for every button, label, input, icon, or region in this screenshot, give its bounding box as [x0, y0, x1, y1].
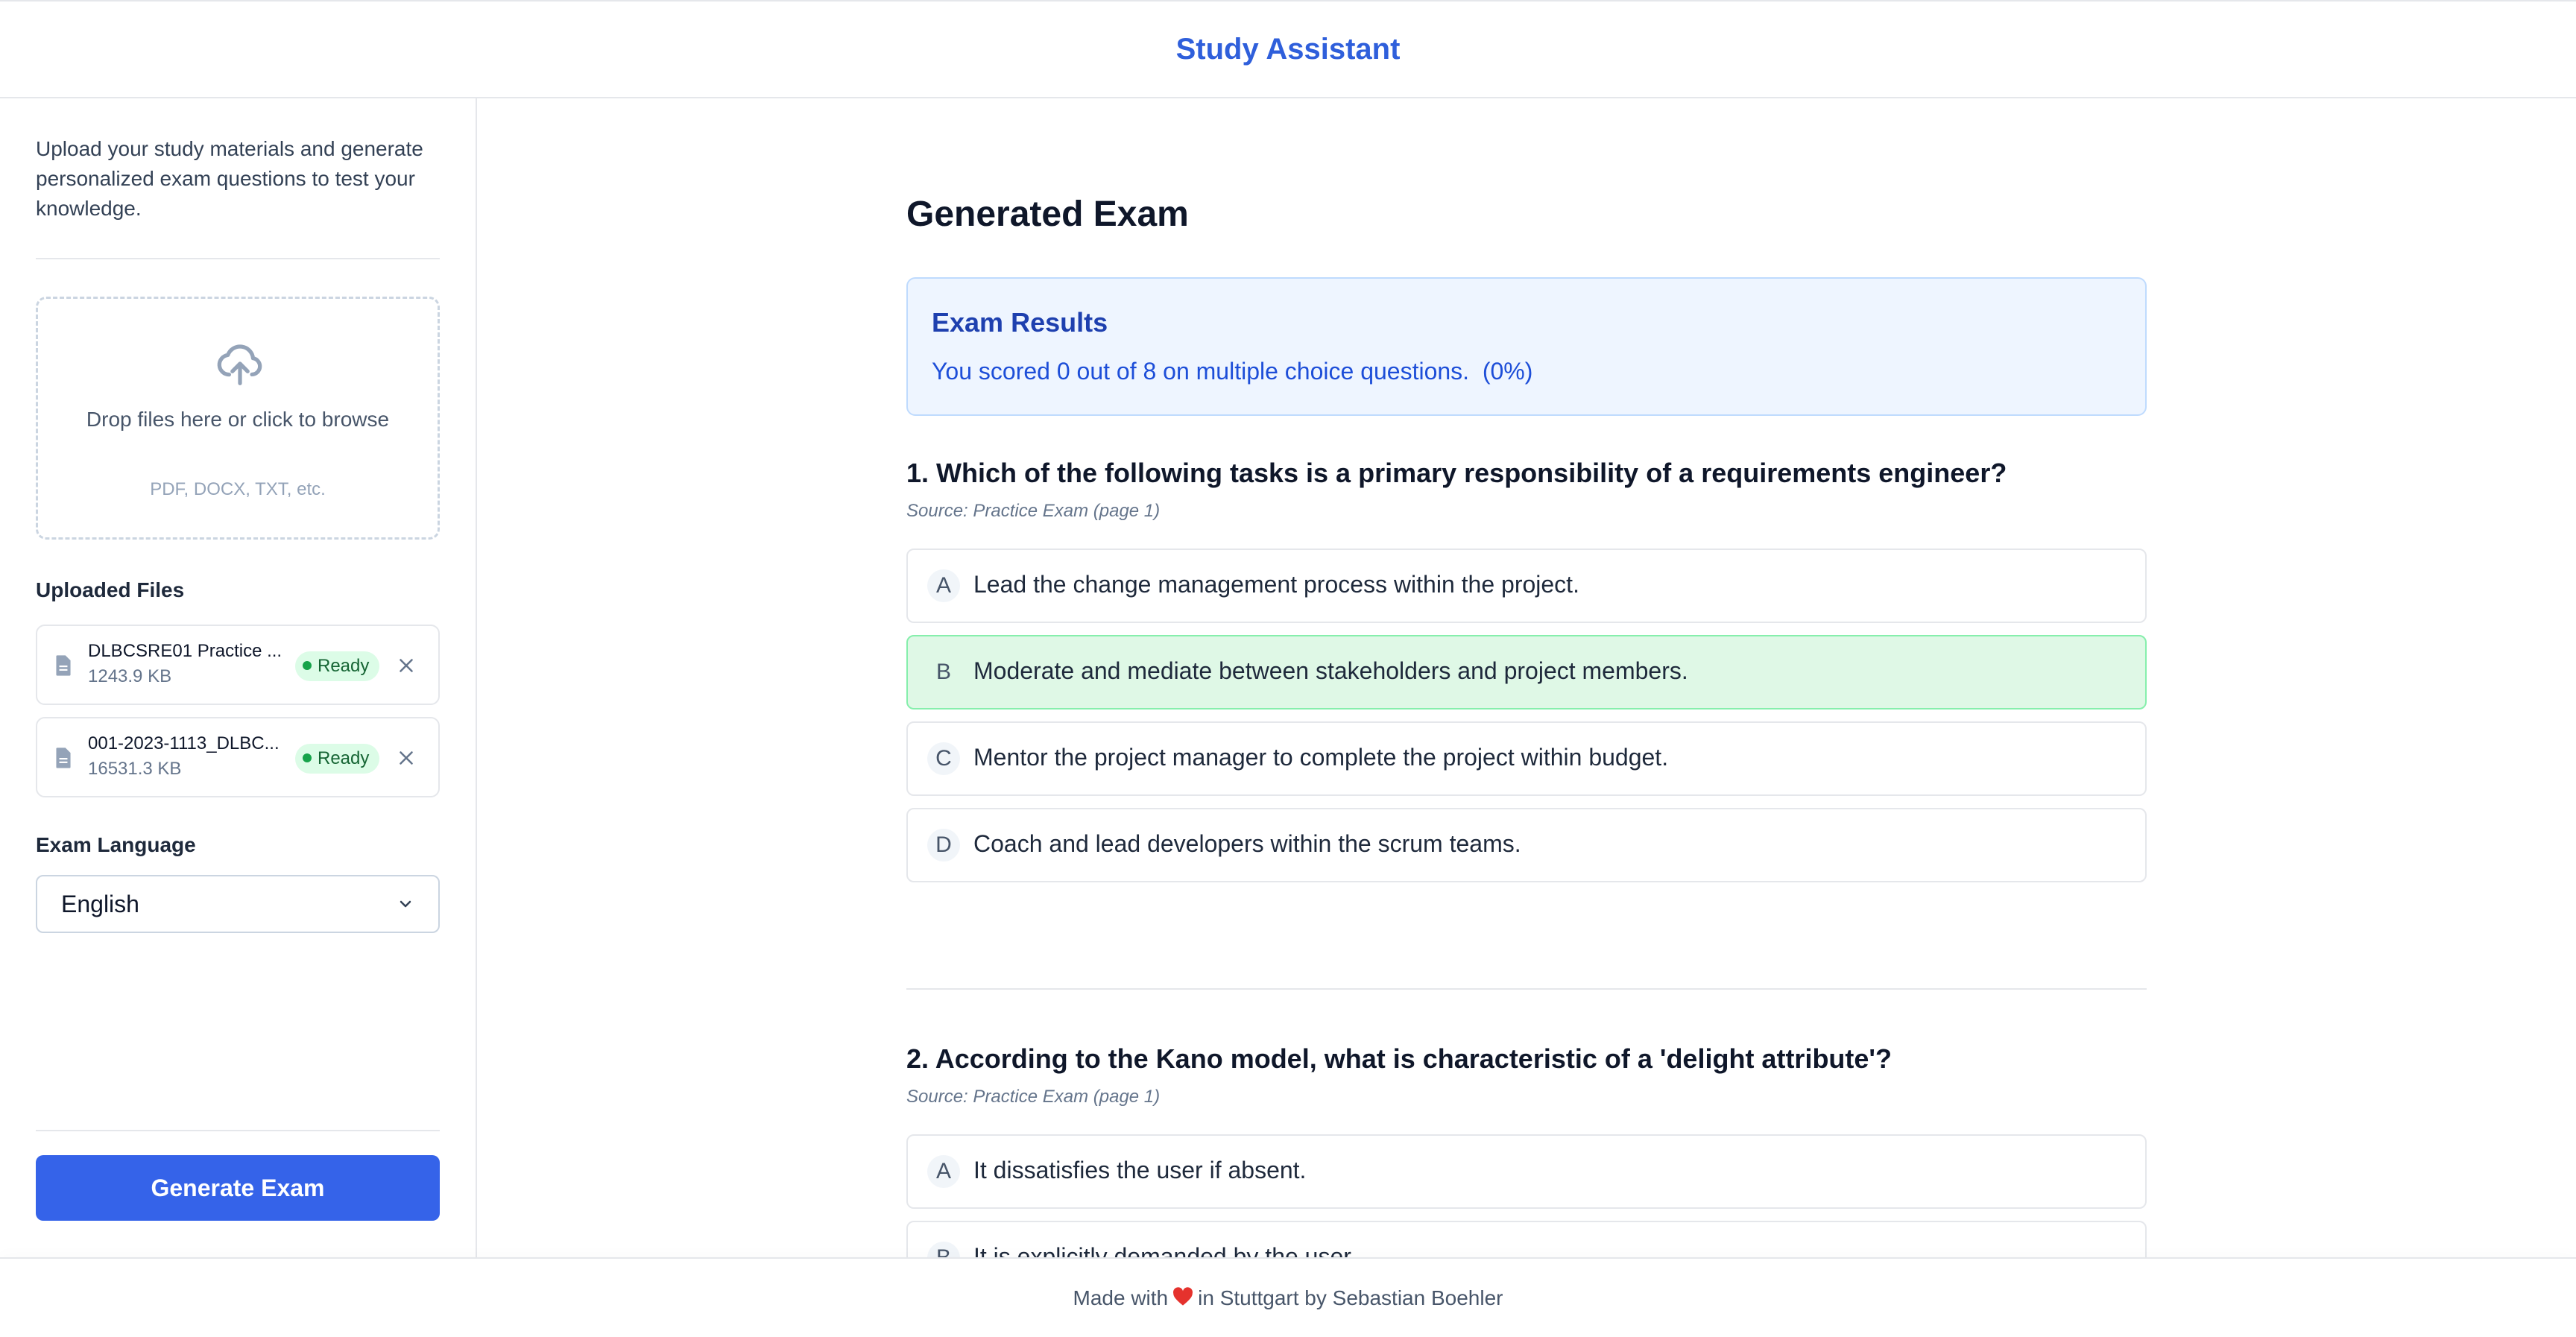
dropzone-text: Drop files here or click to browse	[86, 408, 390, 431]
file-size: 16531.3 KB	[88, 759, 182, 779]
app-header: Study Assistant	[0, 0, 2576, 98]
file-name: DLBCSRE01 Practice ...	[88, 641, 282, 661]
exam-language-select[interactable]: English	[36, 875, 440, 933]
option-letter: C	[927, 742, 960, 775]
chevron-down-icon	[400, 900, 411, 908]
status-badge: Ready	[295, 744, 380, 774]
option-letter: B	[935, 660, 951, 684]
option-text: It is explicitly demanded by the user.	[973, 1243, 1357, 1257]
option-text: Moderate and mediate between stakeholder…	[973, 657, 1688, 684]
option-text: Coach and lead developers within the scr…	[973, 830, 1521, 857]
answer-option[interactable]: A It dissatisfies the user if absent.	[906, 1134, 2147, 1209]
option-letter: B	[927, 1242, 960, 1257]
file-icon	[56, 655, 71, 676]
status-badge: Ready	[295, 651, 380, 681]
close-icon[interactable]	[395, 654, 417, 677]
exam-results-card: Exam Results You scored 0 out of 8 on mu…	[906, 277, 2147, 416]
option-letter: A	[927, 569, 960, 602]
file-icon	[56, 747, 71, 768]
sidebar: Upload your study materials and generate…	[0, 98, 477, 1257]
exam-language-value: English	[61, 890, 139, 917]
status-label: Ready	[318, 656, 370, 676]
question-source: Source: Practice Exam (page 1)	[906, 501, 1161, 521]
status-dot-icon	[303, 753, 312, 762]
main-content[interactable]: Generated Exam Exam Results You scored 0…	[479, 98, 2576, 1257]
uploaded-file-item: 001-2023-1113_DLBC... 16531.3 KB Ready	[36, 717, 440, 797]
app-window: Study Assistant Upload your study materi…	[0, 0, 2576, 1337]
option-text: Mentor the project manager to complete t…	[973, 744, 1669, 771]
status-dot-icon	[303, 660, 312, 670]
generate-exam-button[interactable]: Generate Exam	[36, 1155, 440, 1221]
question-divider	[906, 988, 2147, 990]
footer-prefix: Made with	[1073, 1286, 1169, 1309]
question-text: 2. According to the Kano model, what is …	[906, 1043, 1892, 1074]
footer-text: Made with in Stuttgart by Sebastian Boehl…	[1073, 1286, 1503, 1310]
answer-option[interactable]: B It is explicitly demanded by the user.	[906, 1221, 2147, 1257]
file-size: 1243.9 KB	[88, 666, 172, 686]
exam-language-label: Exam Language	[36, 833, 196, 856]
question-text: 1. Which of the following tasks is a pri…	[906, 458, 2007, 488]
uploaded-file-item: DLBCSRE01 Practice ... 1243.9 KB Ready	[36, 625, 440, 705]
dropzone-hint: PDF, DOCX, TXT, etc.	[150, 479, 326, 499]
option-letter: A	[927, 1155, 960, 1188]
status-label: Ready	[318, 748, 370, 768]
file-dropzone[interactable]: Drop files here or click to browse PDF, …	[36, 297, 440, 540]
uploaded-files-label: Uploaded Files	[36, 578, 185, 601]
app-title: Study Assistant	[1175, 32, 1401, 66]
option-text: It dissatisfies the user if absent.	[973, 1157, 1307, 1183]
answer-option[interactable]: A Lead the change management process wit…	[906, 549, 2147, 623]
cloud-upload-icon	[217, 344, 262, 385]
footer-suffix: in Stuttgart by Sebastian Boehler	[1198, 1286, 1503, 1309]
results-title: Exam Results	[932, 307, 1108, 338]
answer-option-correct[interactable]: B Moderate and mediate between stakehold…	[906, 635, 2147, 709]
answer-option[interactable]: C Mentor the project manager to complete…	[906, 721, 2147, 796]
file-name: 001-2023-1113_DLBC...	[88, 733, 280, 753]
heart-icon	[1173, 1287, 1193, 1306]
question-source: Source: Practice Exam (page 1)	[906, 1087, 1161, 1107]
results-score-text: You scored 0 out of 8 on multiple choice…	[932, 358, 1533, 385]
sidebar-divider	[36, 258, 440, 259]
close-icon[interactable]	[395, 747, 417, 769]
page-title: Generated Exam	[906, 195, 1189, 234]
sidebar-divider	[36, 1130, 440, 1131]
answer-option[interactable]: D Coach and lead developers within the s…	[906, 808, 2147, 882]
app-footer: Made with in Stuttgart by Sebastian Boehl…	[0, 1257, 2576, 1337]
option-letter: D	[927, 829, 960, 862]
sidebar-intro: Upload your study materials and generate…	[36, 137, 423, 220]
option-text: Lead the change management process withi…	[973, 571, 1579, 598]
